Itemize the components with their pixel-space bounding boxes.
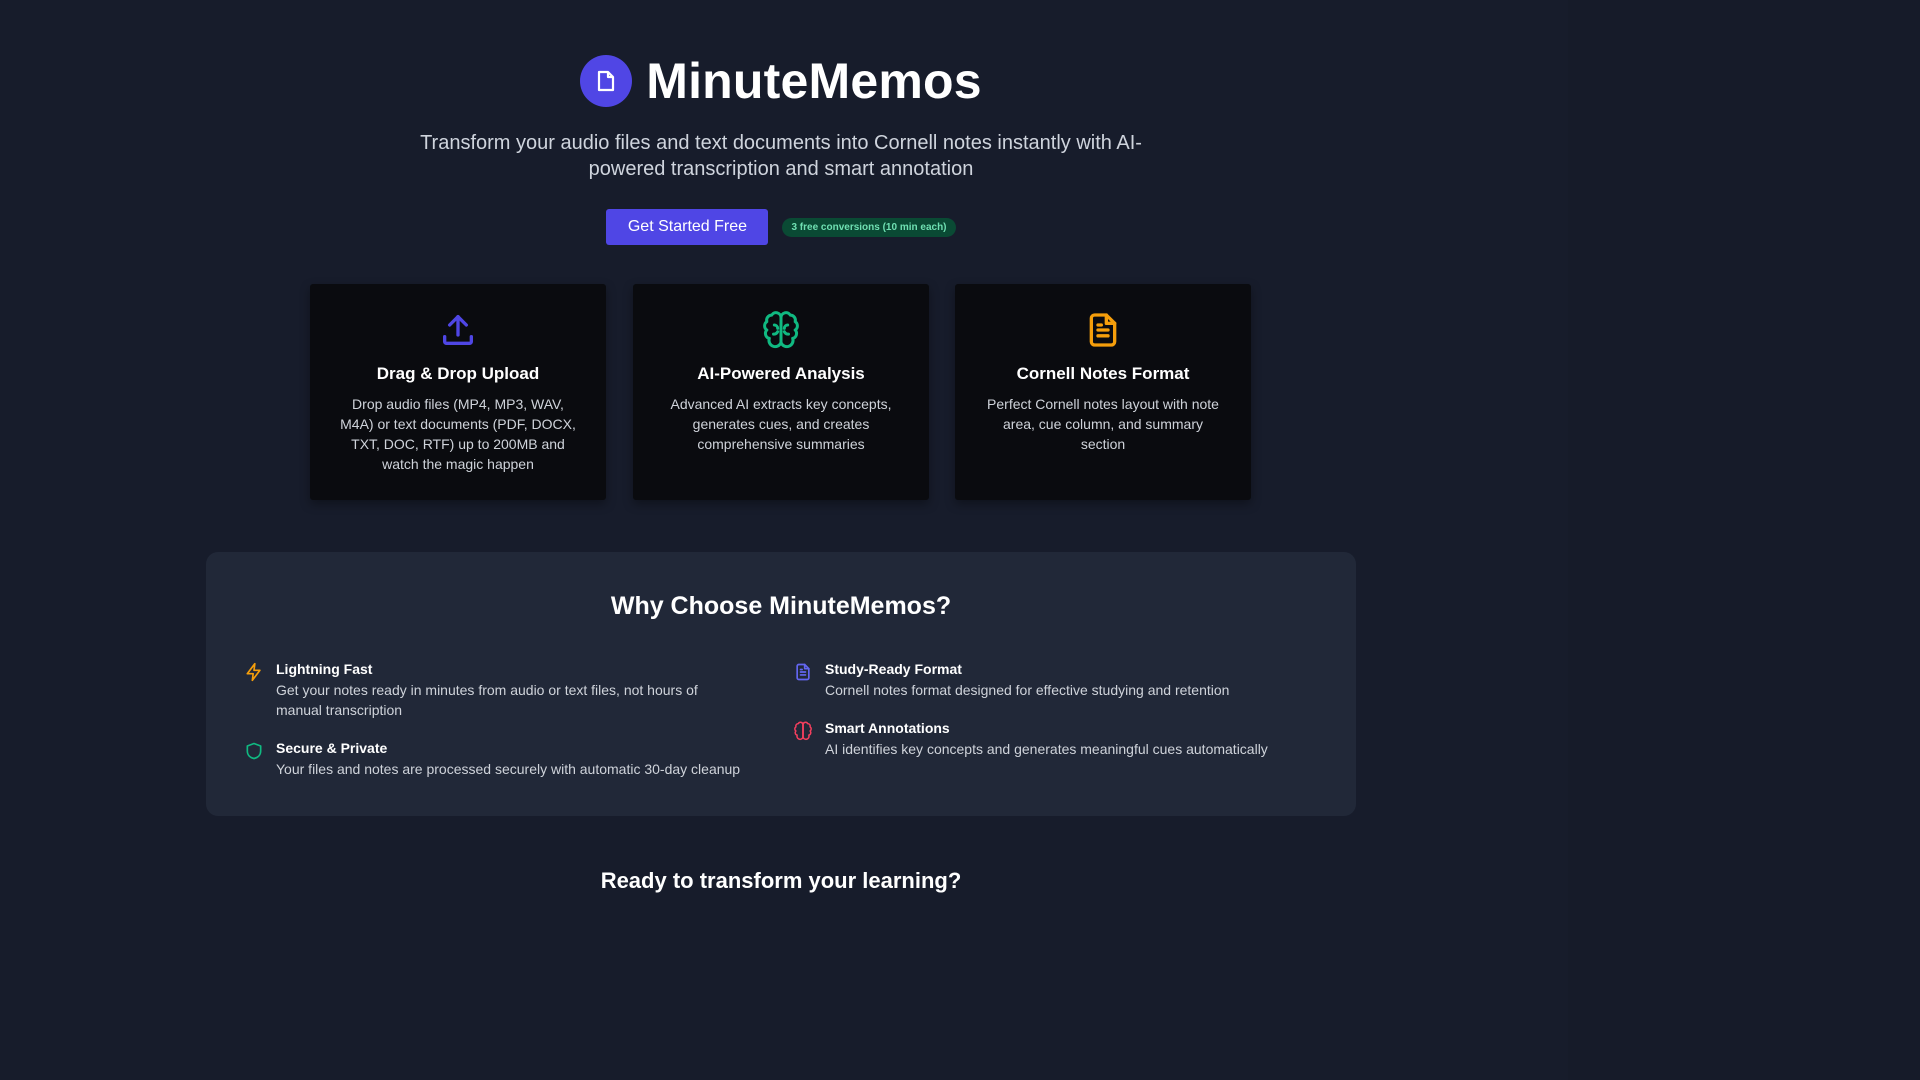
bottom-cta-heading: Ready to transform your learning? <box>600 868 962 893</box>
why-item-title: Secure & Private <box>276 740 388 756</box>
lightning-icon <box>246 662 261 682</box>
landing-page: MinuteMemos Transform your audio files a… <box>0 0 1568 1080</box>
upload-icon <box>443 315 473 345</box>
why-item-desc: Cornell notes format designed for effect… <box>825 682 1230 698</box>
section-title: Why Choose MinuteMemos? <box>610 592 952 620</box>
file-text-icon <box>796 663 810 681</box>
file-text-icon <box>1089 313 1117 347</box>
hero-header: MinuteMemos <box>0 52 1562 110</box>
feature-card-ai: AI-Powered Analysis Advanced AI extracts… <box>633 284 929 500</box>
hero-tagline: Transform your audio files and text docu… <box>420 132 1142 180</box>
why-item-desc: Get your notes ready in minutes from aud… <box>276 682 698 718</box>
why-item-title: Study-Ready Format <box>825 661 962 677</box>
why-item-title: Lightning Fast <box>276 661 373 677</box>
why-choose-section: Why Choose MinuteMemos? Lightning Fast G… <box>206 552 1356 816</box>
why-item-title: Smart Annotations <box>825 720 950 736</box>
feature-card-cornell: Cornell Notes Format Perfect Cornell not… <box>955 284 1251 500</box>
feature-desc: Advanced AI extracts key concepts, gener… <box>670 396 892 452</box>
feature-desc: Perfect Cornell notes layout with note a… <box>987 396 1219 452</box>
free-conversions-badge: 3 free conversions (10 min each) <box>782 217 956 237</box>
why-item-desc: Your files and notes are processed secur… <box>276 761 741 777</box>
app-name: MinuteMemos <box>646 53 982 109</box>
feature-title: Drag & Drop Upload <box>376 364 540 383</box>
document-icon <box>580 55 633 107</box>
why-item-annotations: Smart Annotations AI identifies key conc… <box>793 719 1323 759</box>
brain-icon <box>794 721 812 741</box>
feature-title: AI-Powered Analysis <box>697 364 865 383</box>
right-gutter <box>1568 0 1920 1080</box>
feature-card-upload: Drag & Drop Upload Drop audio files (MP4… <box>310 284 606 500</box>
shield-icon <box>246 742 262 760</box>
brain-icon <box>763 311 799 349</box>
why-item-fast: Lightning Fast Get your notes ready in m… <box>244 660 744 720</box>
feature-title: Cornell Notes Format <box>1016 364 1190 383</box>
features-section: Drag & Drop Upload Drop audio files (MP4… <box>310 284 1252 500</box>
why-item-study: Study-Ready Format Cornell notes format … <box>793 660 1313 700</box>
feature-desc: Drop audio files (MP4, MP3, WAV, M4A) or… <box>340 396 576 472</box>
why-item-secure: Secure & Private Your files and notes ar… <box>244 739 764 779</box>
get-started-button[interactable]: Get Started Free <box>606 209 769 245</box>
cta-row: Get Started Free 3 free conversions (10 … <box>0 209 1562 245</box>
why-item-desc: AI identifies key concepts and generates… <box>825 741 1268 757</box>
